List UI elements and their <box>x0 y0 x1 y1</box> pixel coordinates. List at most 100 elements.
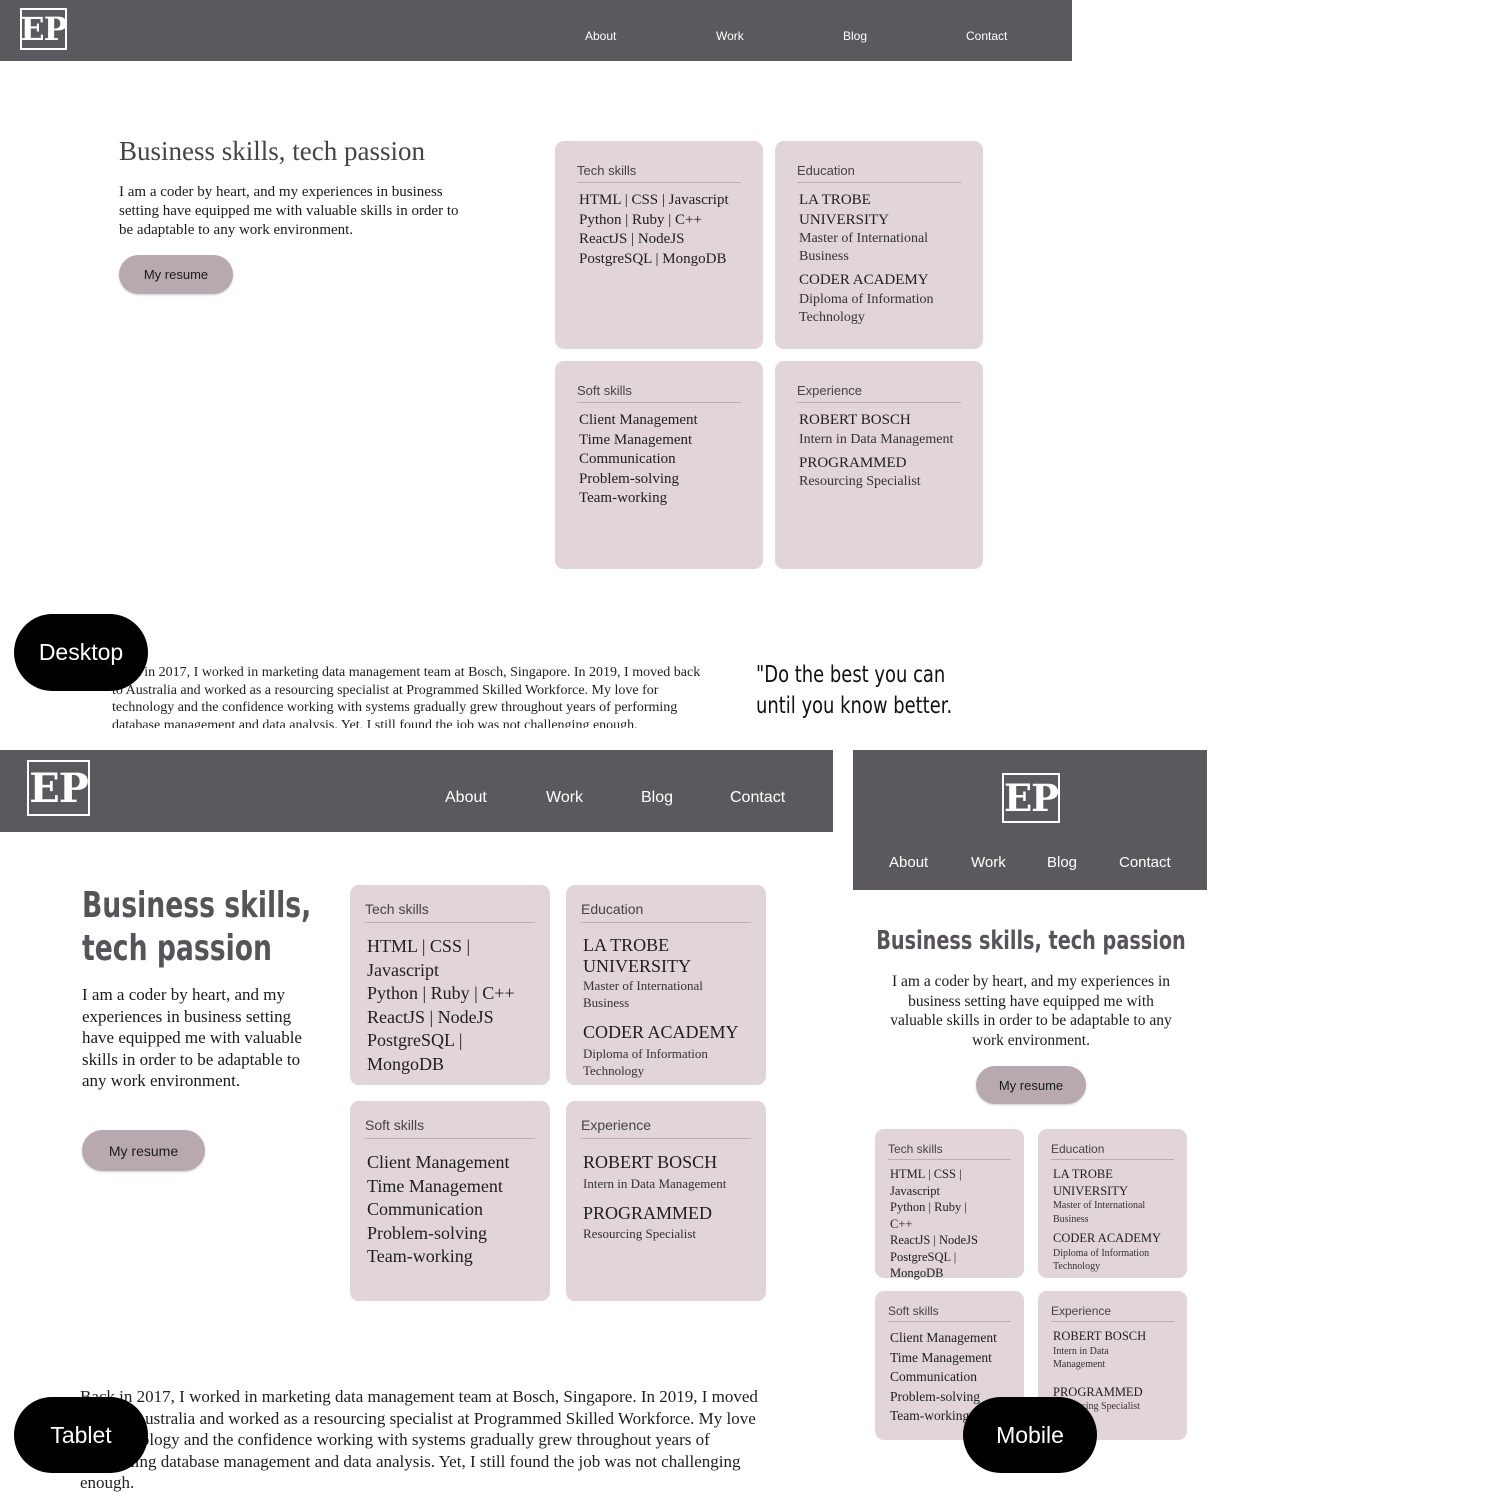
entry-role: Diploma of Information Technology <box>799 291 934 325</box>
list-item: Time Management <box>579 431 693 448</box>
list-item: Python | Ruby | C++ <box>367 983 515 1003</box>
list-item: Python | Ruby | C++ <box>890 1200 967 1231</box>
tablet-nav-work[interactable]: Work <box>546 789 583 807</box>
card-title: Experience <box>1051 1304 1174 1322</box>
list-item: Problem-solving <box>579 470 679 487</box>
entry-role: Diploma of Information Technology <box>1053 1247 1150 1273</box>
mobile-resume-button[interactable]: My resume <box>976 1066 1086 1104</box>
list-item: PostgreSQL | MongoDB <box>367 1030 463 1074</box>
desktop-nav-contact[interactable]: Contact <box>966 29 1007 43</box>
entry-org: PROGRAMMED <box>1053 1384 1143 1399</box>
tablet-resume-button[interactable]: My resume <box>82 1130 205 1171</box>
entry-org: LA TROBE UNIVERSITY <box>583 935 691 976</box>
list-item: Communication <box>890 1369 977 1384</box>
entry-role: Intern in Data Management <box>1053 1345 1109 1371</box>
mobile-hero-heading: Business skills, tech passion <box>876 926 1186 956</box>
list-item: ReactJS | NodeJS <box>579 231 685 247</box>
list-item: PostgreSQL | MongoDB <box>579 250 727 267</box>
tablet-navbar <box>0 750 833 832</box>
entry-org: CODER ACADEMY <box>1053 1231 1161 1245</box>
list-item: Team-working <box>579 490 668 506</box>
tablet-nav-blog[interactable]: Blog <box>641 789 673 807</box>
quote-line-1: "Do the best you can <box>756 662 946 688</box>
card-title: Education <box>1051 1142 1174 1160</box>
entry-org: ROBERT BOSCH <box>583 1152 718 1172</box>
mobile-hero-intro: I am a coder by heart, and my experience… <box>890 973 1172 1049</box>
desktop-card-experience: Experience ROBERT BOSCH Intern in Data Ma… <box>775 361 983 569</box>
card-title: Tech skills <box>365 901 535 923</box>
list-item: Python | Ruby | C++ <box>579 211 702 228</box>
tablet-card-education: Education LA TROBE UNIVERSITY Master of I… <box>566 885 766 1085</box>
desktop-card-tech-skills: Tech skills HTML | CSS | Javascript Pyth… <box>555 141 763 349</box>
list-item: Communication <box>367 1199 483 1219</box>
list-item: Communication <box>579 451 676 467</box>
tablet-card-experience: Experience ROBERT BOSCH Intern in Data Ma… <box>566 1101 766 1301</box>
card-title: Experience <box>581 1117 751 1139</box>
mobile-card-tech-skills: Tech skills HTML | CSS | Javascript Pyth… <box>875 1129 1024 1280</box>
list-item: Client Management <box>579 412 698 428</box>
entry-role: Master of International Business <box>583 978 703 1010</box>
tablet-card-soft-skills: Soft skills Client Management Time Manag… <box>350 1101 550 1301</box>
desktop-navbar <box>0 0 1072 61</box>
tablet-logo[interactable]: EP <box>27 760 90 816</box>
card-title: Tech skills <box>888 1142 1011 1160</box>
list-item: Problem-solving <box>367 1222 487 1243</box>
list-item: Client Management <box>890 1330 997 1345</box>
mobile-nav-about[interactable]: About <box>889 854 928 871</box>
list-item: PostgreSQL | MongoDB <box>890 1249 957 1281</box>
list-item: HTML | CSS | Javascript <box>367 936 471 980</box>
mobile-logo[interactable]: EP <box>1002 773 1060 823</box>
card-title: Soft skills <box>365 1117 535 1139</box>
mobile-card-education: Education LA TROBE UNIVERSITY Master of I… <box>1038 1129 1187 1278</box>
heading-line-1: Business skills, <box>82 885 312 926</box>
entry-org: PROGRAMMED <box>799 454 907 471</box>
entry-org: CODER ACADEMY <box>799 272 929 288</box>
card-title: Education <box>581 901 751 923</box>
entry-role: Intern in Data Management <box>583 1175 727 1191</box>
desktop-hero-intro: I am a coder by heart, and my experience… <box>119 184 459 238</box>
entry-role: Resourcing Specialist <box>799 474 921 489</box>
tablet-about-paragraph: Back in 2017, I worked in marketing data… <box>80 1386 760 1500</box>
tablet-hero-intro: I am a coder by heart, and my experience… <box>82 985 302 1090</box>
entry-role: Diploma of Information Technology <box>583 1045 708 1078</box>
desktop-nav-work[interactable]: Work <box>716 29 744 43</box>
entry-role: Master of International Business <box>799 231 929 264</box>
entry-org: LA TROBE UNIVERSITY <box>1053 1167 1128 1198</box>
desktop-card-soft-skills: Soft skills Client Management Time Manag… <box>555 361 763 569</box>
list-item: ReactJS | NodeJS <box>890 1233 978 1247</box>
desktop-quote: "Do the best you can until you know bett… <box>756 660 1008 722</box>
entry-org: ROBERT BOSCH <box>1053 1329 1147 1343</box>
paragraph-text: Back in 2017, I worked in marketing data… <box>112 665 701 728</box>
entry-role: Resourcing Specialist <box>583 1226 697 1241</box>
list-item: Client Management <box>367 1152 510 1172</box>
desktop-resume-button[interactable]: My resume <box>119 255 233 294</box>
mobile-nav-blog[interactable]: Blog <box>1047 854 1077 871</box>
tablet-nav-about[interactable]: About <box>445 789 487 807</box>
desktop-card-education: Education LA TROBE UNIVERSITY Master of I… <box>775 141 983 349</box>
desktop-hero-heading: Business skills, tech passion <box>119 136 426 166</box>
desktop-nav-about[interactable]: About <box>585 29 616 43</box>
entry-org: LA TROBE UNIVERSITY <box>799 192 889 228</box>
card-title: Experience <box>797 383 961 403</box>
card-title: Tech skills <box>577 163 741 183</box>
mobile-label: Mobile <box>963 1397 1097 1473</box>
card-title: Soft skills <box>577 383 741 403</box>
list-item: ReactJS | NodeJS <box>367 1006 494 1027</box>
entry-role: Master of International Business <box>1053 1200 1146 1225</box>
card-title: Soft skills <box>888 1304 1011 1322</box>
entry-role: Intern in Data Management <box>799 431 954 447</box>
heading-line-2: tech passion <box>82 928 272 969</box>
entry-org: CODER ACADEMY <box>583 1022 739 1042</box>
desktop-logo[interactable]: EP <box>20 8 68 50</box>
entry-org: PROGRAMMED <box>583 1202 713 1223</box>
desktop-nav-blog[interactable]: Blog <box>843 29 867 43</box>
entry-org: ROBERT BOSCH <box>799 412 911 428</box>
list-item: HTML | CSS | Javascript <box>890 1167 962 1198</box>
tablet-label: Tablet <box>14 1397 148 1473</box>
tablet-nav-contact[interactable]: Contact <box>730 789 785 807</box>
mobile-nav-work[interactable]: Work <box>971 854 1006 871</box>
quote-line-2: until you know better. <box>756 693 953 719</box>
paragraph-text: Back in 2017, I worked in marketing data… <box>80 1387 758 1492</box>
list-item: Time Management <box>890 1349 992 1365</box>
mobile-nav-contact[interactable]: Contact <box>1119 854 1171 871</box>
